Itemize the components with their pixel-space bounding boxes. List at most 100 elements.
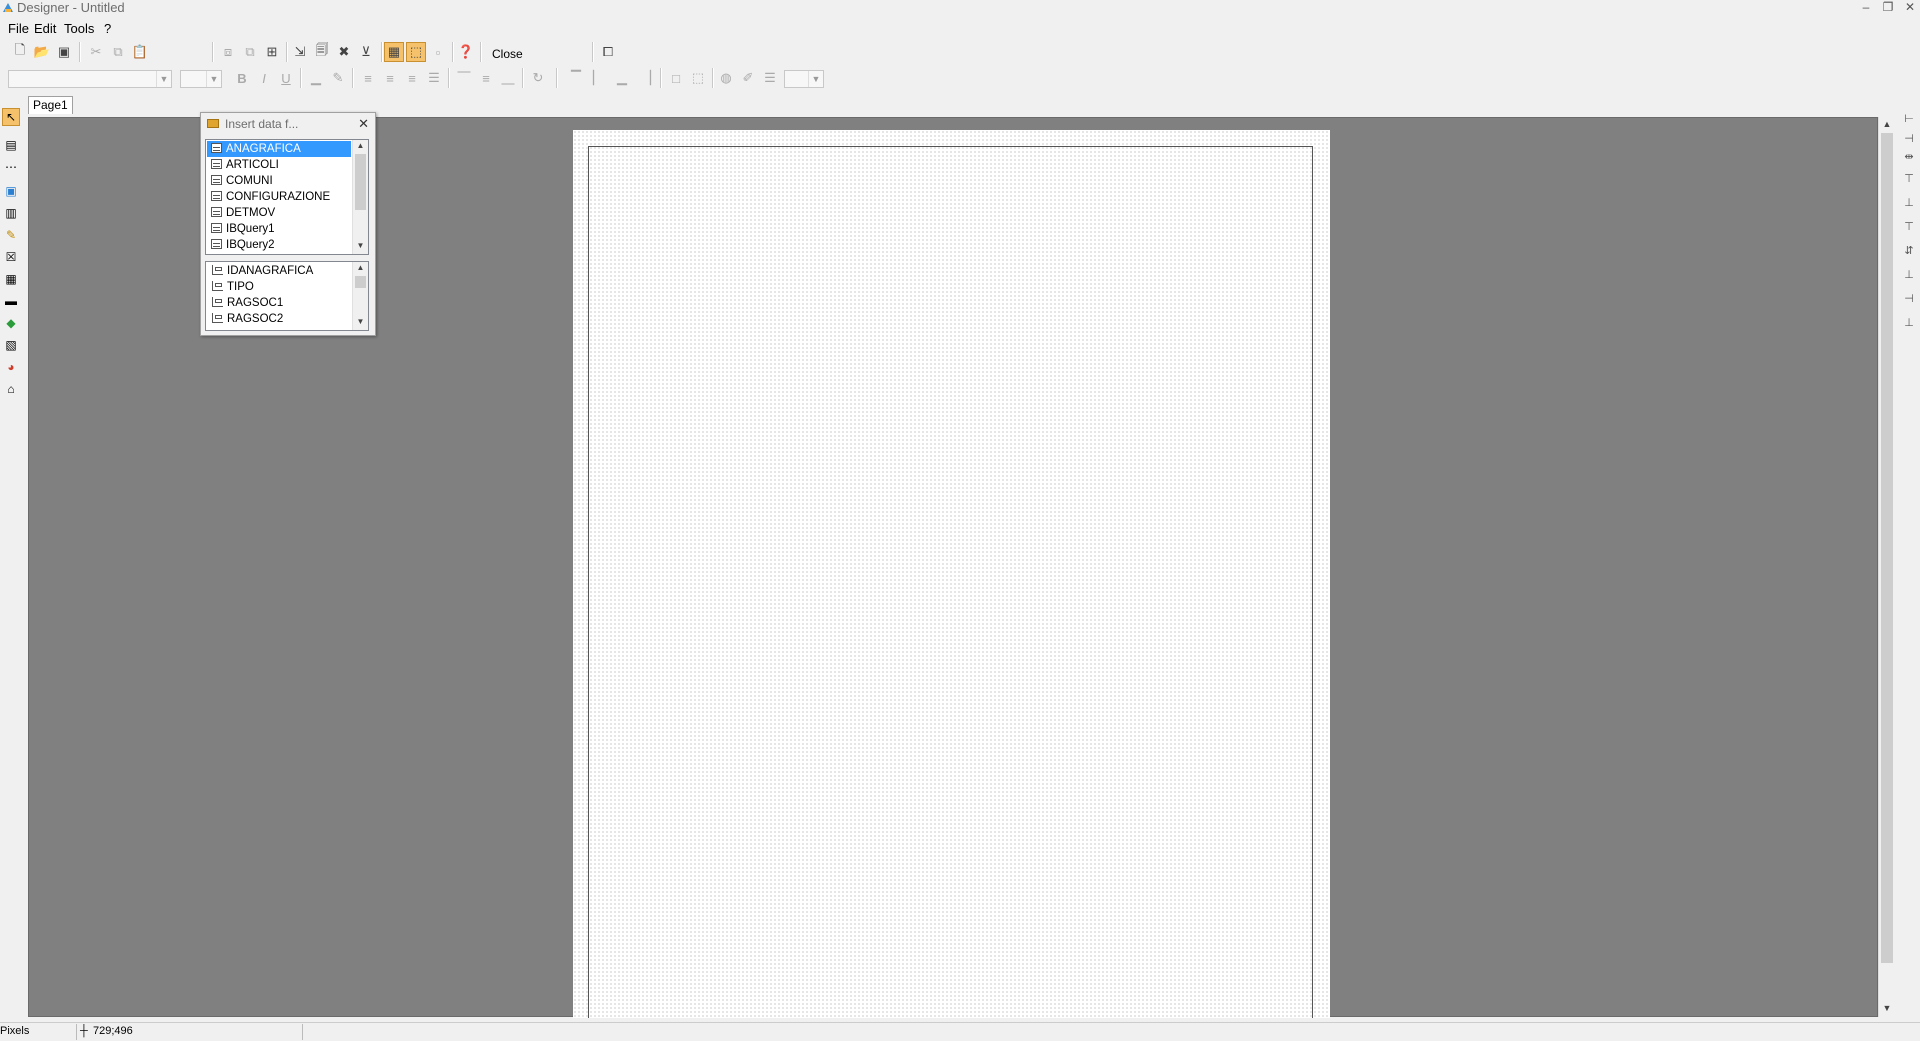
valign-top-icon[interactable]: ⎺ (454, 68, 474, 88)
save-icon[interactable]: ▣ (54, 42, 74, 62)
align-grid-icon[interactable]: ⬚ (406, 42, 426, 62)
center-horiz-icon[interactable]: ⇹ (1900, 150, 1918, 166)
field-list-scrollbar[interactable]: ▲ ▼ (352, 262, 368, 330)
menu-file[interactable]: File (8, 21, 29, 36)
highlight-icon[interactable]: ✎ (328, 68, 348, 88)
menu-help[interactable]: ? (104, 21, 111, 36)
frame-top-icon[interactable]: ▔ (566, 68, 586, 88)
shape-tool-icon[interactable]: ◆ (2, 314, 20, 332)
menu-tools[interactable]: Tools (64, 21, 94, 36)
help-icon[interactable]: ❓ (456, 42, 476, 62)
frame-left-icon[interactable]: ▏ (588, 68, 608, 88)
band-tool-icon[interactable]: ▤ (2, 136, 20, 154)
close-window-icon[interactable]: ✕ (1900, 0, 1920, 16)
field-item[interactable]: RAGSOC1 (207, 295, 351, 311)
open-folder-icon[interactable]: 📂 (32, 42, 52, 62)
font-size-combo[interactable]: ▼ (180, 70, 222, 88)
bring-front-icon[interactable]: ⧈ (218, 42, 238, 62)
chart-tool-icon[interactable]: ◕ (2, 358, 20, 376)
dataset-item[interactable]: COMUNI (207, 173, 351, 189)
align-rights-icon[interactable]: ⊥ (1900, 196, 1918, 212)
dataset-list[interactable]: ANAGRAFICA ARTICOLI COMUNI CONFIGURAZIONE DE… (205, 139, 369, 255)
scroll-thumb[interactable] (1881, 133, 1893, 963)
align-vcenter-icon[interactable]: ⇵ (1900, 244, 1918, 260)
dataset-item[interactable]: CONFIGURAZIONE (207, 189, 351, 205)
grid-icon[interactable]: ▦ (384, 42, 404, 62)
dataset-item[interactable]: DETMOV (207, 205, 351, 221)
align-right-icon[interactable]: ≡ (402, 68, 422, 88)
scroll-thumb[interactable] (355, 276, 366, 288)
field-list[interactable]: IDANAGRAFICA TIPO RAGSOC1 RAGSOC2 ▲ ▼ (205, 261, 369, 331)
rotate-text-icon[interactable]: ↻ (528, 68, 548, 88)
barcode-tool-icon[interactable]: ▬ (2, 292, 20, 310)
dataset-item[interactable]: IBQuery1 (207, 221, 351, 237)
fill-color-icon[interactable]: ◍ (716, 68, 736, 88)
field-item[interactable]: IDANAGRAFICA (207, 263, 351, 279)
close-button[interactable]: Close (486, 44, 529, 64)
new-file-icon[interactable]: 🗋 (10, 42, 30, 62)
fit-grid-icon[interactable]: ▫ (428, 42, 448, 62)
valign-bottom-icon[interactable]: ⎽ (498, 68, 518, 88)
underline-icon[interactable]: U (276, 68, 296, 88)
font-color-icon[interactable]: ▁ (306, 68, 326, 88)
scroll-up-icon[interactable]: ▲ (1879, 119, 1895, 131)
bold-icon[interactable]: B (232, 68, 252, 88)
frame-all-icon[interactable]: □ (666, 68, 686, 88)
scroll-up-icon[interactable]: ▲ (353, 141, 368, 153)
scroll-thumb[interactable] (355, 154, 366, 210)
page-settings-icon[interactable]: ⊻ (356, 42, 376, 62)
align-center-icon[interactable]: ≡ (380, 68, 400, 88)
cut-icon[interactable]: ✂ (86, 42, 106, 62)
checkbox-tool-icon[interactable]: ☒ (2, 248, 20, 266)
font-name-combo[interactable]: ▼ (8, 70, 172, 88)
dataset-item[interactable]: ARTICOLI (207, 157, 351, 173)
rich-text-tool-icon[interactable]: ▦ (2, 270, 20, 288)
minimize-icon[interactable]: – (1856, 0, 1876, 16)
scroll-up-icon[interactable]: ▲ (353, 263, 368, 275)
ole-tool-icon[interactable]: ⌂ (2, 380, 20, 398)
new-page-icon[interactable]: 🗐 (312, 42, 332, 62)
copy-icon[interactable]: ⧉ (108, 42, 128, 62)
dialog-caption[interactable]: Insert data f... ✕ (201, 113, 375, 135)
frame-bottom-icon[interactable]: ▁ (612, 68, 632, 88)
field-item[interactable]: TIPO (207, 279, 351, 295)
select-tool-icon[interactable]: ↖ (2, 108, 20, 126)
align-left-icon[interactable]: ≡ (358, 68, 378, 88)
justify-icon[interactable]: ☰ (424, 68, 444, 88)
subreport-tool-icon[interactable]: ▥ (2, 204, 20, 222)
picture-tool-icon[interactable]: ▣ (2, 182, 20, 200)
toolbars-icon[interactable]: ⧠ (598, 42, 618, 62)
align-bottoms-icon[interactable]: ⊥ (1900, 316, 1918, 332)
align-hcenter-icon[interactable]: ⊣ (1900, 132, 1918, 148)
dataset-item[interactable]: IBQuery2 (207, 237, 351, 253)
dataset-list-scrollbar[interactable]: ▲ ▼ (352, 140, 368, 254)
menu-edit[interactable]: Edit (34, 21, 56, 36)
send-back-icon[interactable]: ⧉ (240, 42, 260, 62)
italic-icon[interactable]: I (254, 68, 274, 88)
close-icon[interactable]: ✕ (358, 116, 369, 132)
field-item[interactable]: RAGSOC2 (207, 311, 351, 327)
line-tool-icon[interactable]: ✎ (2, 226, 20, 244)
frame-right-icon[interactable]: ▕ (636, 68, 656, 88)
scroll-down-icon[interactable]: ▼ (353, 317, 368, 329)
space-horiz-icon[interactable]: ⊤ (1900, 172, 1918, 188)
dataset-item[interactable]: ANAGRAFICA (207, 141, 351, 157)
maximize-icon[interactable]: ❐ (1878, 0, 1898, 16)
crosstab-tool-icon[interactable]: ▧ (2, 336, 20, 354)
paste-icon[interactable]: 📋 (130, 42, 150, 62)
delete-page-icon[interactable]: ✖ (334, 42, 354, 62)
space-vert-icon[interactable]: ⊣ (1900, 292, 1918, 308)
frame-style-icon[interactable]: ☰ (760, 68, 780, 88)
scroll-down-icon[interactable]: ▼ (353, 241, 368, 253)
vertical-scrollbar[interactable]: ▲ ▼ (1878, 117, 1895, 1017)
insert-band-icon[interactable]: ⇲ (290, 42, 310, 62)
text-tool-icon[interactable]: ⋯ (2, 158, 20, 176)
frame-none-icon[interactable]: ⬚ (688, 68, 708, 88)
align-lefts-icon[interactable]: ⊢ (1900, 112, 1918, 128)
align-tops-icon[interactable]: ⊤ (1900, 220, 1918, 236)
frame-color-icon[interactable]: ✐ (738, 68, 758, 88)
frame-width-combo[interactable]: ▼ (784, 70, 824, 88)
center-vert-icon[interactable]: ⊥ (1900, 268, 1918, 284)
group-icon[interactable]: ⊞ (262, 42, 282, 62)
valign-middle-icon[interactable]: ≡ (476, 68, 496, 88)
